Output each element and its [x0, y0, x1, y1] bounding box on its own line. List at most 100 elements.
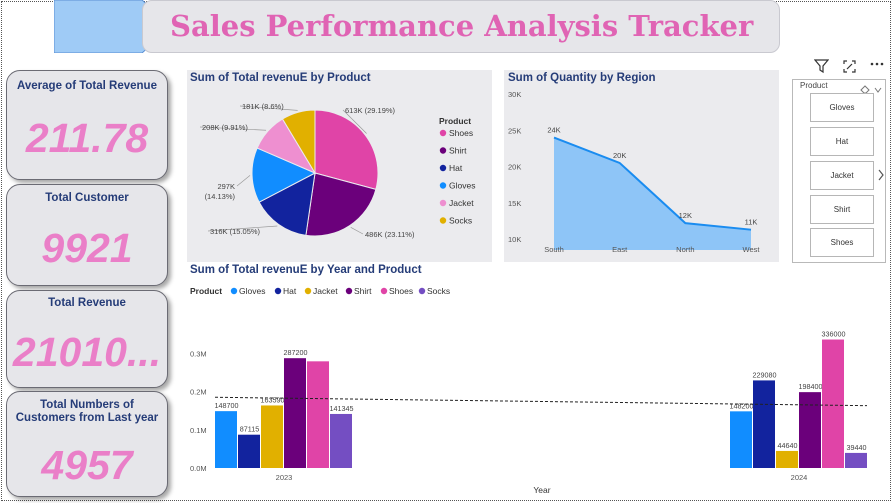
pie-legend-marker	[439, 217, 447, 224]
area-data-label: 12K	[679, 211, 692, 220]
bar-data-label: 198400	[799, 382, 823, 391]
pie-legend-marker	[439, 129, 447, 137]
bar-y-tick-label: 0.0M	[190, 464, 207, 473]
bar-legend-marker	[304, 287, 312, 295]
area-y-tick-label: 15K	[508, 199, 521, 208]
bar-x-tick-label: 2023	[276, 473, 293, 482]
area-x-tick-label: West	[743, 245, 761, 254]
bar-data-label: 148700	[215, 401, 239, 410]
bar-x-tick-label: 2024	[791, 473, 808, 482]
bar-shirt-2023	[284, 358, 306, 468]
bar-y-tick-label: 0.1M	[190, 426, 207, 435]
bar-legend-title: Product	[190, 286, 222, 296]
bar-chart: Product Gloves Hat Jacket Shirt Shoes Socks 0.0…	[190, 286, 868, 495]
area-x-tick-label: North	[676, 245, 694, 254]
pie-chart: 613K (29.19%) 486K (23.11%) 316K (15.05%) 2…	[199, 102, 475, 239]
bar-jacket-2024	[776, 450, 798, 468]
bar-legend-label: Hat	[283, 286, 297, 296]
kpi-card-customers-last-year[interactable]: Total Numbers of Customers from Last yea…	[6, 391, 168, 497]
bar-data-label: 287200	[284, 348, 308, 357]
pie-data-label: 181K (8.6%)	[242, 102, 284, 111]
kpi-value: 211.78	[25, 115, 149, 161]
chevron-down-icon[interactable]	[874, 81, 882, 99]
pie-data-label: 208K (9.91%)	[202, 123, 248, 132]
pie-data-label: 297K	[217, 182, 235, 191]
bar-data-label: 87115	[240, 425, 259, 434]
slicer-item-shoes[interactable]: Shoes	[810, 228, 874, 257]
bar-hat-2023	[238, 434, 260, 468]
area-y-tick-label: 10K	[508, 235, 521, 244]
kpi-value: 4957	[41, 442, 133, 488]
bar-socks-2024	[845, 452, 867, 468]
kpi-card-total-revenue[interactable]: Total Revenue 21010...	[6, 290, 168, 388]
pie-legend-marker	[439, 182, 447, 189]
area-data-label: 11K	[745, 218, 758, 227]
pie-data-label: (14.13%)	[205, 192, 236, 201]
bar-data-label: 229080	[753, 370, 777, 379]
area-x-tick-label: South	[544, 245, 564, 254]
slicer-item-jacket[interactable]: Jacket	[810, 161, 874, 190]
area-x-tick-label: East	[612, 245, 628, 254]
area-chart: 30K 25K 20K 15K 10K 24K 20K 12K 11K South East Nort…	[508, 90, 761, 254]
pie-data-label: 316K (15.05%)	[210, 227, 261, 236]
pie-legend-label: Shoes	[449, 128, 473, 138]
area-y-tick-label: 20K	[508, 163, 521, 172]
bar-data-label: 141345	[330, 404, 354, 413]
bar-chart-title: Sum of Total revenuE by Year and Product	[190, 264, 422, 276]
bar-data-label: 163590	[261, 395, 285, 404]
kpi-label: Average of Total Revenue	[17, 80, 157, 92]
bar-jacket-2023	[261, 405, 283, 468]
pie-legend-marker	[439, 164, 447, 172]
bar-gloves-2024	[730, 411, 752, 468]
slicer-title: Product	[800, 81, 828, 90]
pie-data-label: 486K (23.11%)	[365, 230, 415, 239]
kpi-value: 9921	[41, 225, 133, 271]
bar-legend-label: Shoes	[389, 286, 413, 296]
bar-data-label: 39440	[847, 443, 867, 452]
bar-shoes-2024	[822, 339, 844, 468]
bar-legend-marker	[418, 287, 426, 295]
bar-legend-marker	[230, 287, 238, 295]
filter-icon[interactable]	[813, 59, 830, 76]
kpi-card-average-revenue[interactable]: Average of Total Revenue 211.78	[6, 70, 168, 180]
pie-legend-label: Jacket	[449, 198, 474, 208]
pie-legend-title: Product	[439, 116, 471, 126]
area-data-label: 24K	[547, 126, 560, 135]
area-data-label: 20K	[613, 151, 626, 160]
pie-legend-label: Gloves	[449, 181, 475, 191]
bar-legend-label: Shirt	[354, 286, 372, 296]
bar-legend-label: Gloves	[239, 286, 265, 296]
pie-leader-line	[236, 175, 251, 187]
area-y-tick-label: 30K	[508, 90, 521, 99]
slicer-item-gloves[interactable]: Gloves	[810, 93, 874, 122]
pie-leader-line	[350, 227, 364, 235]
focus-mode-icon[interactable]	[842, 59, 857, 76]
kpi-label: Total Customer	[45, 192, 129, 204]
bar-socks-2023	[330, 413, 352, 468]
chevron-right-icon[interactable]	[877, 168, 885, 187]
bar-shoes-2023	[307, 361, 329, 468]
area-y-tick-label: 25K	[508, 126, 521, 135]
bar-hat-2024	[753, 380, 775, 468]
page-title: Sales Performance Analysis Tracker	[170, 9, 754, 43]
pie-legend-label: Hat	[449, 163, 463, 173]
bar-shirt-2024	[799, 392, 821, 468]
slicer-item-hat[interactable]: Hat	[810, 127, 874, 156]
pie-legend-marker	[439, 147, 447, 154]
bar-data-label: 336000	[822, 330, 846, 339]
bar-legend-marker	[345, 287, 353, 295]
kpi-value: 21010...	[12, 329, 162, 375]
pie-data-label: 613K (29.19%)	[345, 106, 396, 115]
bar-legend-marker	[274, 287, 282, 295]
kpi-card-total-customer[interactable]: Total Customer 9921	[6, 184, 168, 286]
pie-legend-label: Socks	[449, 216, 472, 226]
bar-y-tick-label: 0.3M	[190, 349, 207, 358]
bar-legend-label: Socks	[427, 286, 450, 296]
pie-legend-label: Shirt	[449, 146, 467, 156]
bar-data-label: 148200	[730, 401, 754, 410]
slicer-item-shirt[interactable]: Shirt	[810, 195, 874, 224]
more-options-icon[interactable]	[869, 57, 885, 74]
bar-legend-label: Jacket	[313, 286, 338, 296]
pie-legend-marker	[439, 199, 447, 207]
bar-x-axis-title: Year	[533, 485, 550, 495]
